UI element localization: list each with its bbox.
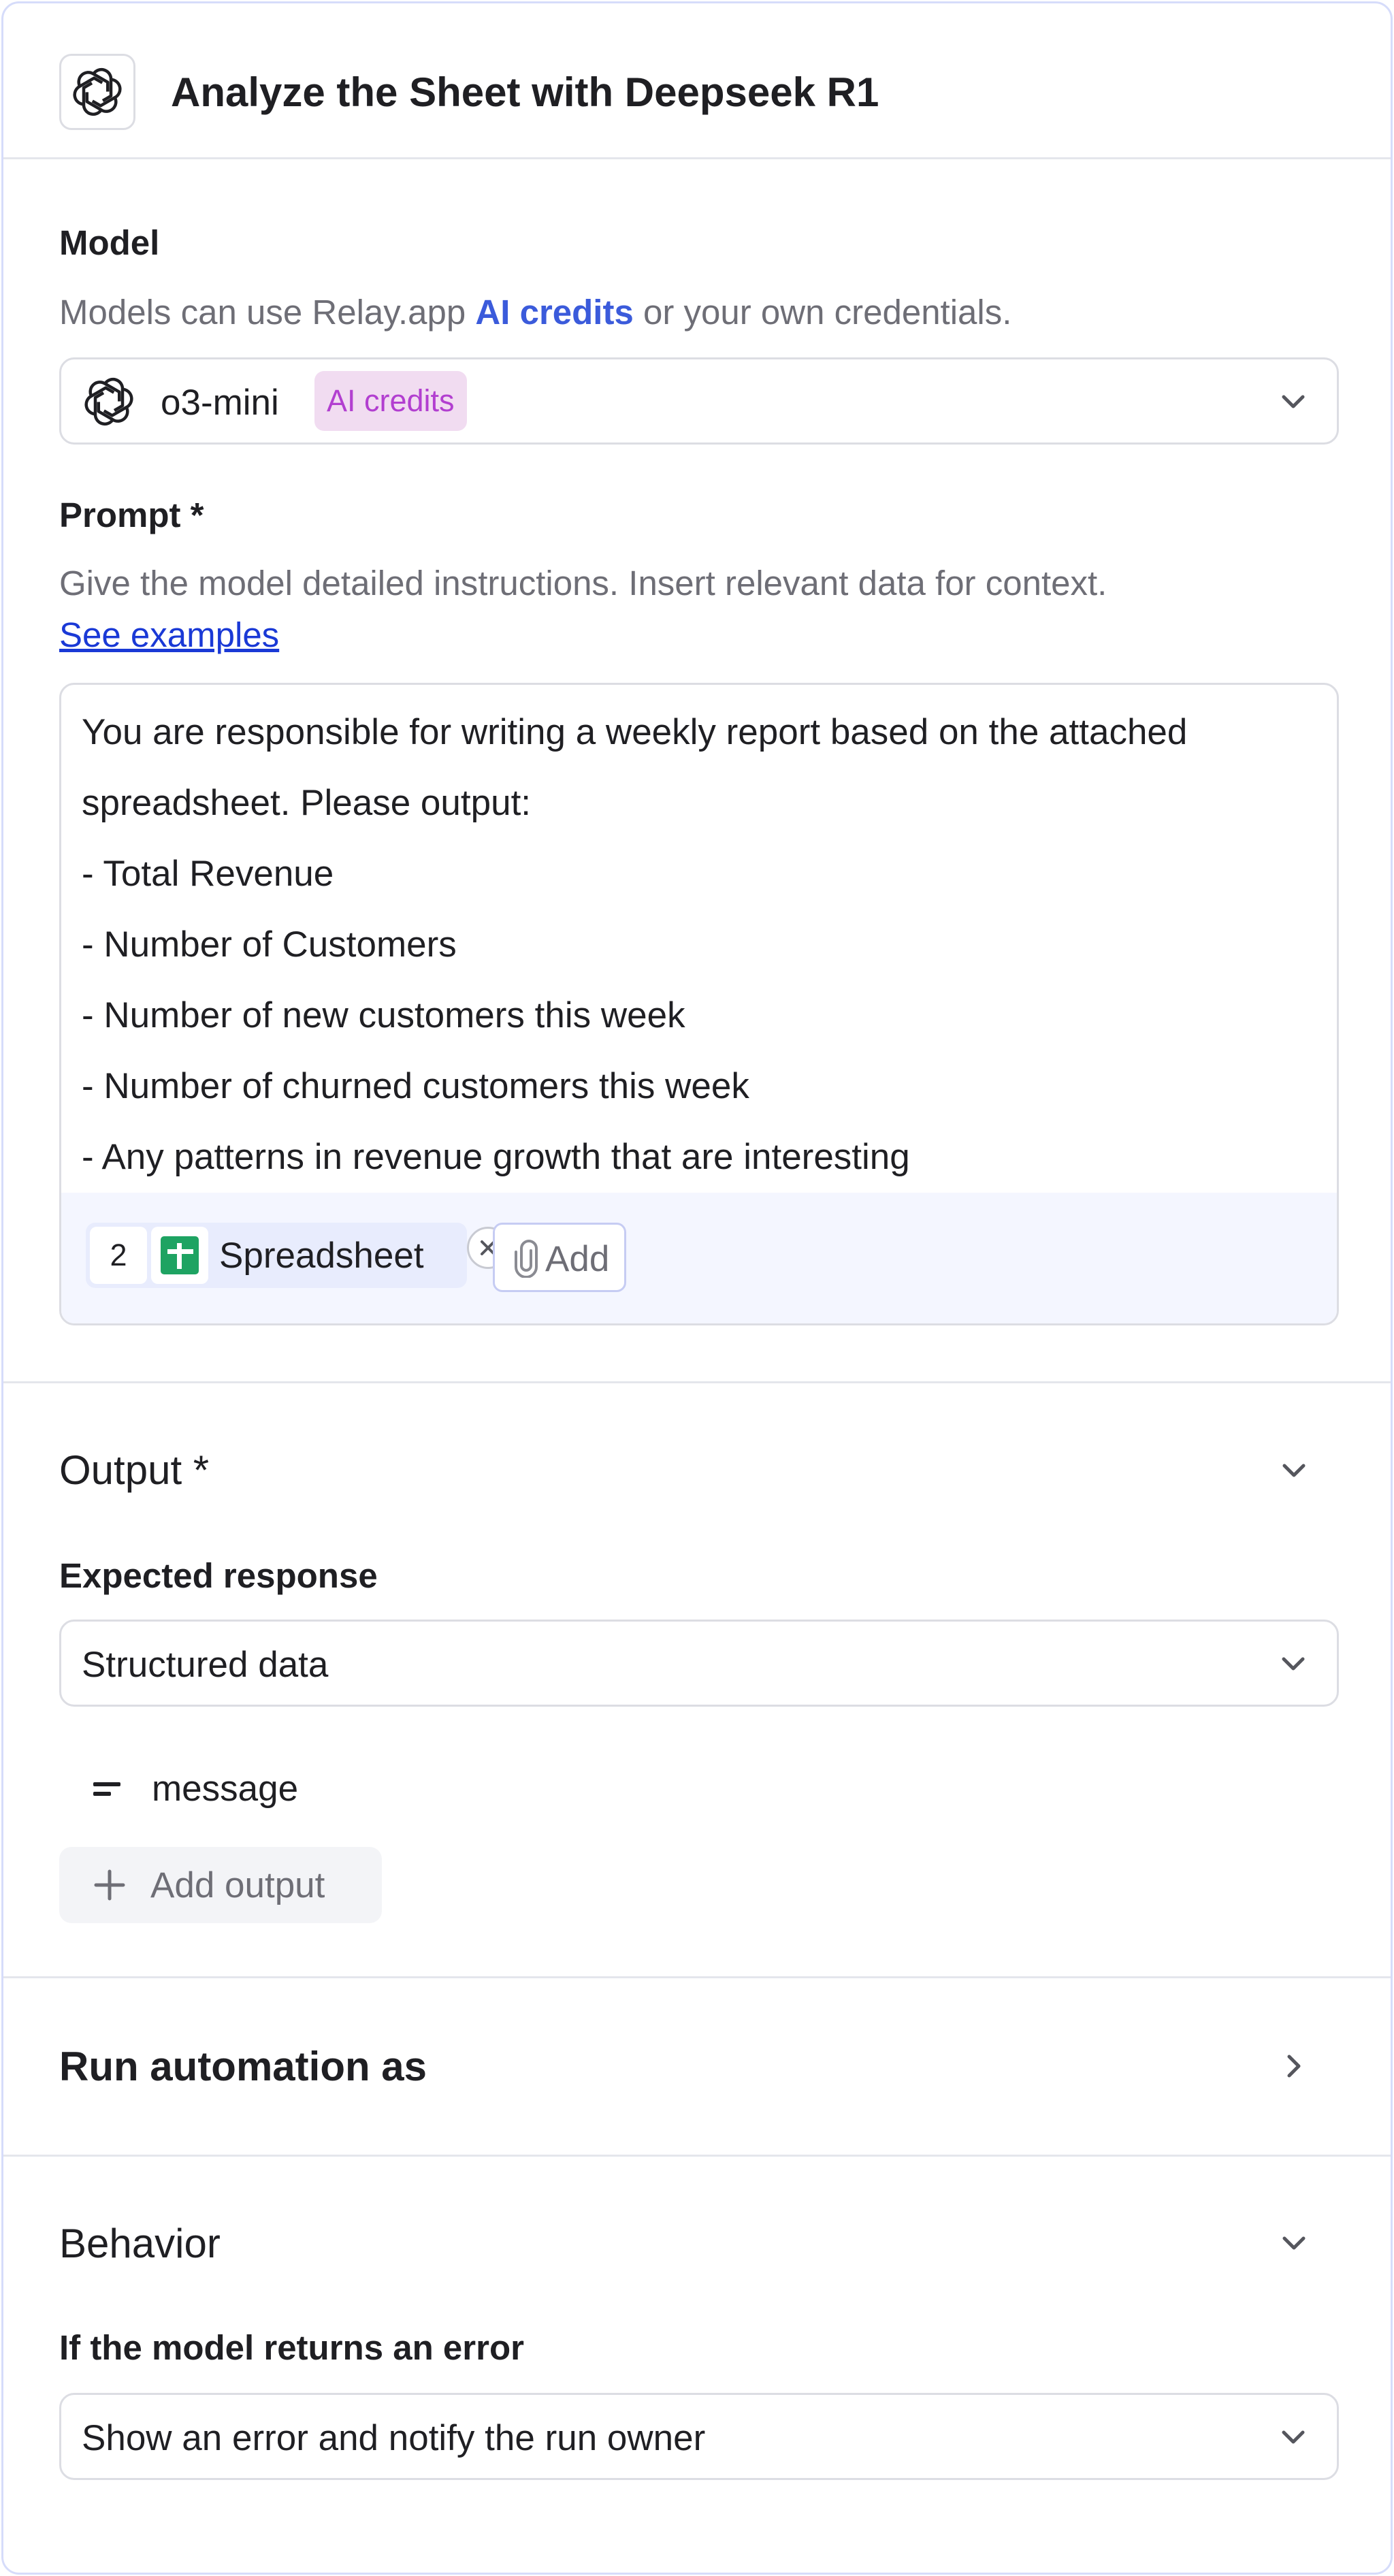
output-field-message[interactable]: message bbox=[92, 1762, 500, 1817]
error-behavior-value: Show an error and notify the run owner bbox=[82, 2418, 706, 2458]
model-help-text: Models can use Relay.app AI credits or y… bbox=[59, 292, 1011, 332]
expected-response-value: Structured data bbox=[82, 1645, 329, 1685]
expected-response-select[interactable]: Structured data bbox=[59, 1620, 1339, 1707]
ai-credits-badge: AI credits bbox=[314, 371, 467, 431]
chevron-down-icon[interactable] bbox=[1275, 1451, 1313, 1490]
output-section-title[interactable]: Output * bbox=[59, 1447, 209, 1494]
openai-icon bbox=[59, 54, 135, 130]
openai-icon bbox=[84, 377, 133, 426]
section-divider bbox=[3, 1381, 1391, 1383]
prompt-line: - Number of new customers this week bbox=[82, 995, 685, 1035]
prompt-editor[interactable]: You are responsible for writing a weekly… bbox=[59, 683, 1339, 1325]
step-title: Analyze the Sheet with Deepseek R1 bbox=[171, 69, 879, 115]
google-sheets-icon bbox=[151, 1227, 208, 1284]
model-select[interactable]: o3-mini AI credits bbox=[59, 357, 1339, 445]
paperclip-icon bbox=[515, 1240, 538, 1278]
model-name: o3-mini bbox=[161, 383, 279, 423]
section-divider bbox=[3, 2155, 1391, 2157]
step-config-panel: Analyze the Sheet with Deepseek R1 Model… bbox=[1, 1, 1393, 2575]
prompt-line: - Number of churned customers this week bbox=[82, 1066, 749, 1106]
chevron-down-icon bbox=[1282, 395, 1305, 408]
prompt-label: Prompt * bbox=[59, 496, 204, 534]
see-examples-link[interactable]: See examples bbox=[59, 615, 279, 655]
add-attachment-label: Add bbox=[545, 1239, 610, 1279]
prompt-line: You are responsible for writing a weekly… bbox=[82, 712, 1188, 752]
panel-header: Analyze the Sheet with Deepseek R1 bbox=[3, 3, 1391, 159]
attachments-bar: 2 Spreadsheet Add bbox=[61, 1193, 1337, 1323]
chevron-right-icon[interactable] bbox=[1275, 2047, 1313, 2085]
behavior-section-title[interactable]: Behavior bbox=[59, 2220, 221, 2267]
expected-response-label: Expected response bbox=[59, 1556, 378, 1595]
prompt-line: - Any patterns in revenue growth that ar… bbox=[82, 1137, 910, 1177]
attachment-label: Spreadsheet bbox=[219, 1236, 424, 1276]
prompt-text[interactable]: You are responsible for writing a weekly… bbox=[82, 697, 1307, 1193]
ai-credits-link[interactable]: AI credits bbox=[475, 293, 633, 332]
prompt-line: - Number of Customers bbox=[82, 924, 457, 965]
openai-logo-svg bbox=[73, 67, 122, 116]
section-divider bbox=[3, 1976, 1391, 1978]
attachment-step-number: 2 bbox=[90, 1227, 147, 1284]
text-field-icon bbox=[93, 1782, 120, 1796]
plus-icon bbox=[94, 1869, 125, 1901]
error-behavior-select[interactable]: Show an error and notify the run owner bbox=[59, 2393, 1339, 2480]
prompt-line: spreadsheet. Please output: bbox=[82, 783, 532, 823]
chevron-down-icon[interactable] bbox=[1275, 2224, 1313, 2262]
add-attachment-button[interactable]: Add bbox=[493, 1223, 626, 1292]
prompt-help-text: Give the model detailed instructions. In… bbox=[59, 564, 1107, 602]
spreadsheet-attachment-chip[interactable]: 2 Spreadsheet bbox=[86, 1223, 509, 1288]
chevron-down-icon bbox=[1282, 2430, 1305, 2444]
model-label: Model bbox=[59, 223, 160, 262]
chevron-down-icon bbox=[1282, 1657, 1305, 1671]
run-automation-as-title[interactable]: Run automation as bbox=[59, 2043, 427, 2090]
model-help-suffix: or your own credentials. bbox=[633, 293, 1012, 332]
add-output-label: Add output bbox=[150, 1865, 325, 1905]
output-field-name: message bbox=[152, 1769, 299, 1809]
add-output-button[interactable]: Add output bbox=[59, 1847, 382, 1923]
prompt-line: - Total Revenue bbox=[82, 854, 334, 894]
model-help-prefix: Models can use Relay.app bbox=[59, 293, 476, 332]
error-behavior-label: If the model returns an error bbox=[59, 2328, 524, 2367]
